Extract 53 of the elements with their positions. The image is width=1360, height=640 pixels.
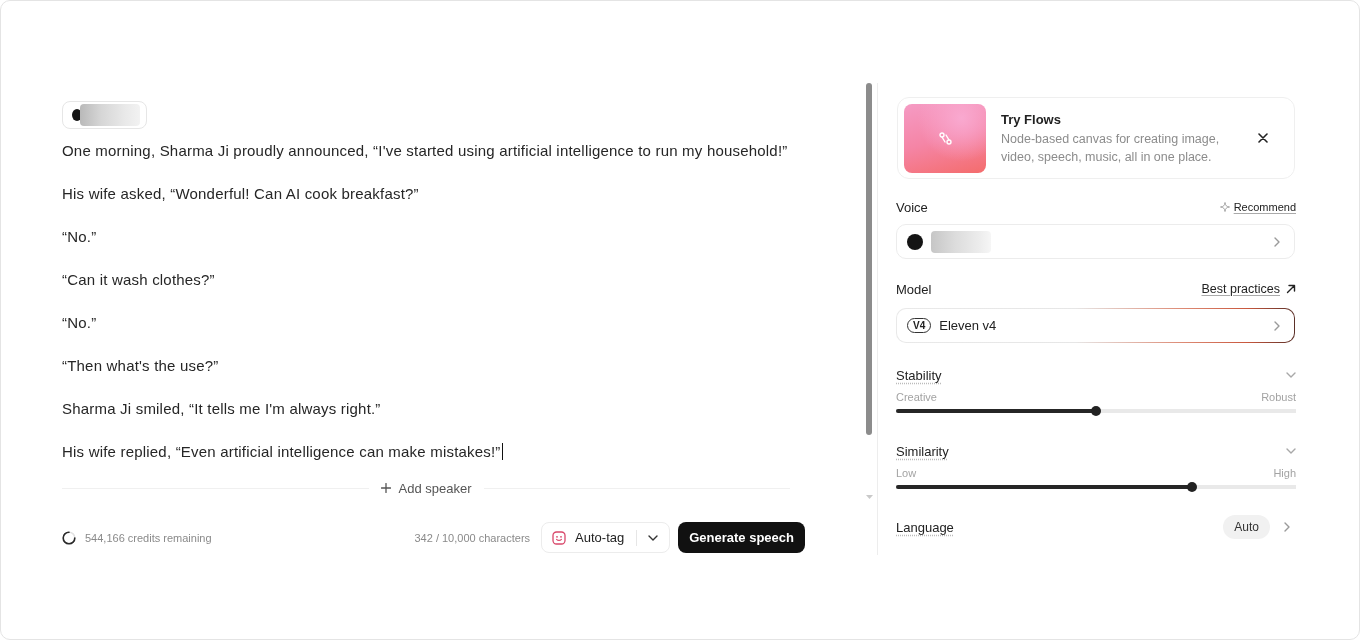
auto-tag-split-button[interactable]: Auto-tag [541, 522, 671, 553]
script-paragraph: “No.” [62, 314, 97, 331]
character-count: 342 / 10,000 characters [414, 531, 531, 544]
chevron-right-icon [1274, 236, 1280, 247]
setting-label: Stability [896, 367, 942, 383]
scrollbar-thumb[interactable] [866, 83, 872, 435]
close-button[interactable] [1256, 131, 1270, 145]
speaker-chip[interactable] [62, 101, 147, 129]
chevron-down-icon[interactable] [1286, 372, 1296, 378]
smiley-face-icon [552, 530, 567, 545]
add-speaker-button[interactable]: Add speaker [376, 478, 476, 498]
section-label: Model [896, 281, 932, 297]
chevron-right-icon [1274, 320, 1280, 331]
close-icon [1258, 133, 1268, 143]
script-paragraph: Sharma Ji smiled, “It tells me I'm always right.” [62, 400, 381, 417]
best-practices-link[interactable]: Best practices [1201, 282, 1296, 296]
auto-tag-button[interactable]: Auto-tag [542, 523, 637, 552]
slider-min-label: Creative [896, 390, 937, 404]
language-value-pill[interactable]: Auto [1223, 515, 1270, 539]
loading-spinner-icon [62, 530, 76, 545]
scroll-down-arrow-icon[interactable] [865, 495, 873, 499]
voice-avatar [907, 233, 923, 250]
blurred-name-block [80, 104, 140, 126]
generate-speech-button[interactable]: Generate speech [678, 522, 805, 553]
slider-min-label: Low [896, 466, 917, 480]
script-paragraph: His wife replied, “Even artificial intelligence can make mistakes!” [62, 443, 501, 460]
setting-label: Similarity [896, 443, 949, 459]
blurred-name-block [931, 230, 991, 253]
linked-nodes-icon [938, 131, 952, 145]
promo-title: Try Flows [1001, 110, 1062, 129]
model-name: Eleven v4 [939, 318, 997, 333]
plus-icon [380, 483, 391, 493]
credits-remaining: 544,166 credits remaining [85, 531, 212, 544]
promo-description: Node-based canvas for creating image, video, speech, music, all in one place. [1001, 130, 1221, 166]
slider-handle[interactable] [1187, 482, 1197, 492]
script-paragraph: One morning, Sharma Ji proudly announced, “I've started using artificial intelligence to run my household!” [62, 142, 788, 159]
script-paragraph: “Can it wash clothes?” [62, 271, 215, 288]
arrow-up-right-icon [1286, 284, 1296, 294]
section-label: Voice [896, 199, 928, 215]
script-paragraph: His wife asked, “Wonderful! Can AI cook breakfast?” [62, 185, 419, 202]
setting-label: Language [896, 519, 954, 535]
slider-max-label: High [1273, 466, 1296, 480]
chevron-down-icon[interactable] [1286, 448, 1296, 454]
recommend-link[interactable]: Recommend [1219, 201, 1296, 213]
slider-max-label: Robust [1261, 390, 1296, 404]
script-paragraph: “No.” [62, 228, 97, 245]
sparkle-icon [1219, 202, 1230, 212]
voice-select[interactable] [896, 224, 1295, 259]
chevron-down-icon [648, 534, 659, 541]
chevron-right-icon[interactable] [1284, 522, 1290, 532]
model-select[interactable]: V4 Eleven v4 [896, 308, 1295, 343]
script-paragraph: “Then what's the use?” [62, 357, 219, 374]
slider-handle[interactable] [1091, 406, 1101, 416]
